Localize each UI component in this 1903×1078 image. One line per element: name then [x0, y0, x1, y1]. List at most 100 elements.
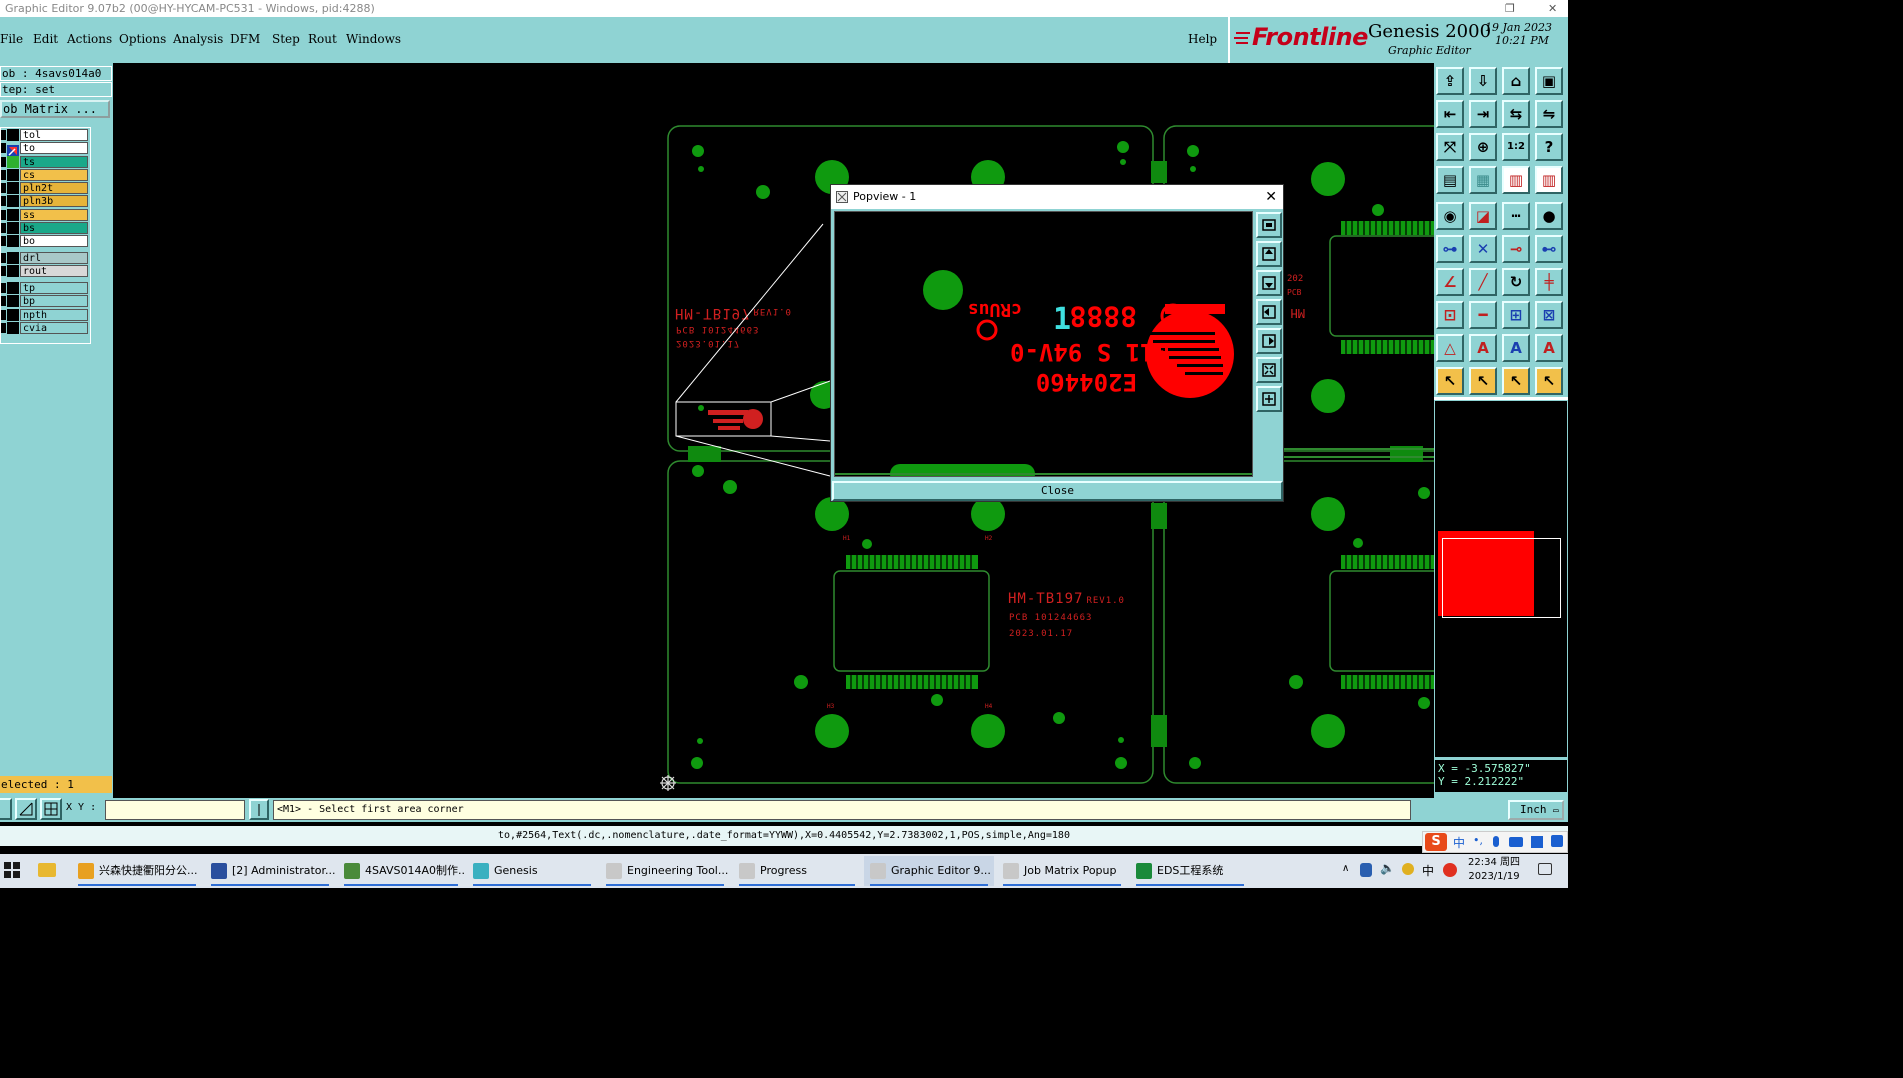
- tool-save-icon[interactable]: ⇩: [1469, 67, 1497, 95]
- layer-row-ss[interactable]: ss: [1, 209, 89, 221]
- tool-line-add-icon[interactable]: ◪: [1469, 202, 1497, 230]
- layer-row-tol[interactable]: tol: [1, 129, 89, 141]
- cmd-measure-icon[interactable]: [15, 798, 37, 820]
- layer-row-cvia[interactable]: cvia: [1, 322, 89, 334]
- ime-menu-icon[interactable]: [1551, 835, 1563, 847]
- tray-network-icon[interactable]: [1402, 863, 1414, 875]
- popview-zoom-fit-icon[interactable]: [1256, 212, 1282, 238]
- taskbar-item[interactable]: EDS工程系统: [1130, 856, 1250, 886]
- overview-frame[interactable]: [1442, 538, 1561, 618]
- layer-state-marker[interactable]: [7, 156, 19, 168]
- layer-checkbox[interactable]: [1, 296, 6, 306]
- layer-checkbox[interactable]: [1, 310, 6, 320]
- tool-redo-icon[interactable]: ⇆: [1502, 100, 1530, 128]
- layer-state-marker[interactable]: [7, 129, 19, 141]
- layer-state-marker[interactable]: [7, 235, 19, 247]
- tray-security-icon[interactable]: [1360, 863, 1372, 877]
- menu-file[interactable]: File: [0, 32, 23, 46]
- layer-checkbox[interactable]: [1, 170, 6, 180]
- tool-edge-icon[interactable]: ⊡: [1436, 301, 1464, 329]
- tool-split-icon[interactable]: ╪: [1535, 268, 1563, 296]
- tool-prev-step-icon[interactable]: ⇤: [1436, 100, 1464, 128]
- tool-window-icon[interactable]: ▣: [1535, 67, 1563, 95]
- tool-slope-icon[interactable]: ∠: [1436, 268, 1464, 296]
- tray-chevron-icon[interactable]: ∧: [1342, 863, 1349, 874]
- popview-pan-left-icon[interactable]: [1256, 299, 1282, 325]
- layer-state-marker[interactable]: [7, 265, 19, 277]
- popview-close-button[interactable]: Close: [832, 481, 1283, 501]
- popview-zoom-in-icon[interactable]: [1256, 357, 1282, 383]
- tool-pad-add-icon[interactable]: ◉: [1436, 202, 1464, 230]
- layer-row-bp[interactable]: bp: [1, 295, 89, 307]
- layer-checkbox[interactable]: [1, 323, 6, 333]
- tool-help-icon[interactable]: ?: [1535, 133, 1563, 161]
- layer-checkbox[interactable]: [1, 283, 6, 293]
- layer-row-pln3b[interactable]: pln3b: [1, 195, 89, 207]
- layer-checkbox[interactable]: [1, 210, 6, 220]
- tool-pointer-move-icon[interactable]: ↖: [1502, 367, 1530, 395]
- tool-grid-toggle-icon[interactable]: ▦: [1469, 166, 1497, 194]
- ime-keyboard-icon[interactable]: [1509, 837, 1523, 847]
- tool-ratio-icon[interactable]: 1:2: [1502, 133, 1530, 161]
- layer-state-marker[interactable]: [7, 295, 19, 307]
- taskbar-item[interactable]: 4SAVS014A0制作...: [338, 856, 464, 886]
- tool-snap-icon[interactable]: ⇋: [1535, 100, 1563, 128]
- layer-row-npth[interactable]: npth: [1, 309, 89, 321]
- layer-state-marker[interactable]: [7, 309, 19, 321]
- tool-pointer-select-icon[interactable]: ↖: [1469, 367, 1497, 395]
- tool-feature-add-icon[interactable]: ●: [1535, 202, 1563, 230]
- popview-pan-up-icon[interactable]: [1256, 241, 1282, 267]
- tool-zoom-in-icon[interactable]: ⊕: [1469, 133, 1497, 161]
- popview-window[interactable]: Popview - 1 ✕ E204460 M11 S 94V-0 8888 c…: [830, 184, 1284, 502]
- overview-panel[interactable]: [1435, 401, 1567, 757]
- layer-row-drl[interactable]: drl: [1, 252, 89, 264]
- taskbar-item[interactable]: 兴森快捷衢阳分公...: [72, 856, 202, 886]
- layer-checkbox[interactable]: [1, 196, 6, 206]
- cmd-grid-icon[interactable]: [40, 798, 62, 820]
- layer-row-cs[interactable]: cs: [1, 169, 89, 181]
- popview-canvas[interactable]: E204460 M11 S 94V-0 8888 cRUus 1: [834, 211, 1253, 477]
- ime-toolbar[interactable]: S 中 •,: [1422, 831, 1568, 853]
- taskbar-clock[interactable]: 22:34 周四 2023/1/19: [1468, 856, 1520, 884]
- layer-state-marker[interactable]: [7, 322, 19, 334]
- close-window-icon[interactable]: ✕: [1548, 0, 1557, 17]
- ime-mode-icon[interactable]: 中: [1453, 834, 1465, 851]
- layer-state-marker[interactable]: [7, 252, 19, 264]
- taskbar-item[interactable]: Genesis: [467, 856, 597, 886]
- tool-center-icon[interactable]: ⊞: [1502, 301, 1530, 329]
- tool-connect-icon[interactable]: ⊸: [1502, 235, 1530, 263]
- taskbar-item[interactable]: Graphic Editor 9...: [864, 856, 994, 886]
- taskbar-item[interactable]: Job Matrix Popup: [997, 856, 1127, 886]
- layer-state-marker[interactable]: [7, 182, 19, 194]
- start-button[interactable]: [4, 862, 20, 878]
- tool-home-icon[interactable]: ⌂: [1502, 67, 1530, 95]
- tray-speaker-icon[interactable]: 🔈: [1380, 861, 1395, 875]
- job-matrix-button[interactable]: ob Matrix ...: [0, 100, 110, 118]
- tool-measure-icon[interactable]: ┅: [1502, 202, 1530, 230]
- tool-node-move-icon[interactable]: ⊶: [1436, 235, 1464, 263]
- tool-disconnect-icon[interactable]: ⊷: [1535, 235, 1563, 263]
- ime-mic-icon[interactable]: [1493, 836, 1499, 847]
- layer-checkbox[interactable]: [1, 183, 6, 193]
- menu-dfm[interactable]: DFM: [230, 32, 260, 46]
- layer-state-marker[interactable]: [7, 209, 19, 221]
- popview-pan-right-icon[interactable]: [1256, 328, 1282, 354]
- layer-state-marker[interactable]: [7, 195, 19, 207]
- tool-zoom-home-icon[interactable]: ⤧: [1436, 133, 1464, 161]
- tool-triangle-a-icon[interactable]: A: [1469, 334, 1497, 362]
- layer-row-tp[interactable]: tp: [1, 282, 89, 294]
- tool-horizontal-line-icon[interactable]: ━: [1469, 301, 1497, 329]
- layer-state-marker[interactable]: [7, 282, 19, 294]
- tool-next-step-icon[interactable]: ⇥: [1469, 100, 1497, 128]
- popview-title-bar[interactable]: Popview - 1 ✕: [831, 185, 1283, 209]
- taskbar-item[interactable]: Progress: [733, 856, 861, 886]
- layer-row-to[interactable]: to: [1, 142, 89, 157]
- menu-step[interactable]: Step: [272, 32, 300, 46]
- layer-checkbox[interactable]: [1, 157, 6, 167]
- tool-pointer-icon[interactable]: ↖: [1436, 367, 1464, 395]
- popview-pan-down-icon[interactable]: [1256, 270, 1282, 296]
- ime-punct-icon[interactable]: •,: [1473, 834, 1483, 847]
- tool-shape-icon[interactable]: ⊠: [1535, 301, 1563, 329]
- layer-checkbox[interactable]: [1, 143, 6, 153]
- tool-cut-icon[interactable]: ✕: [1469, 235, 1497, 263]
